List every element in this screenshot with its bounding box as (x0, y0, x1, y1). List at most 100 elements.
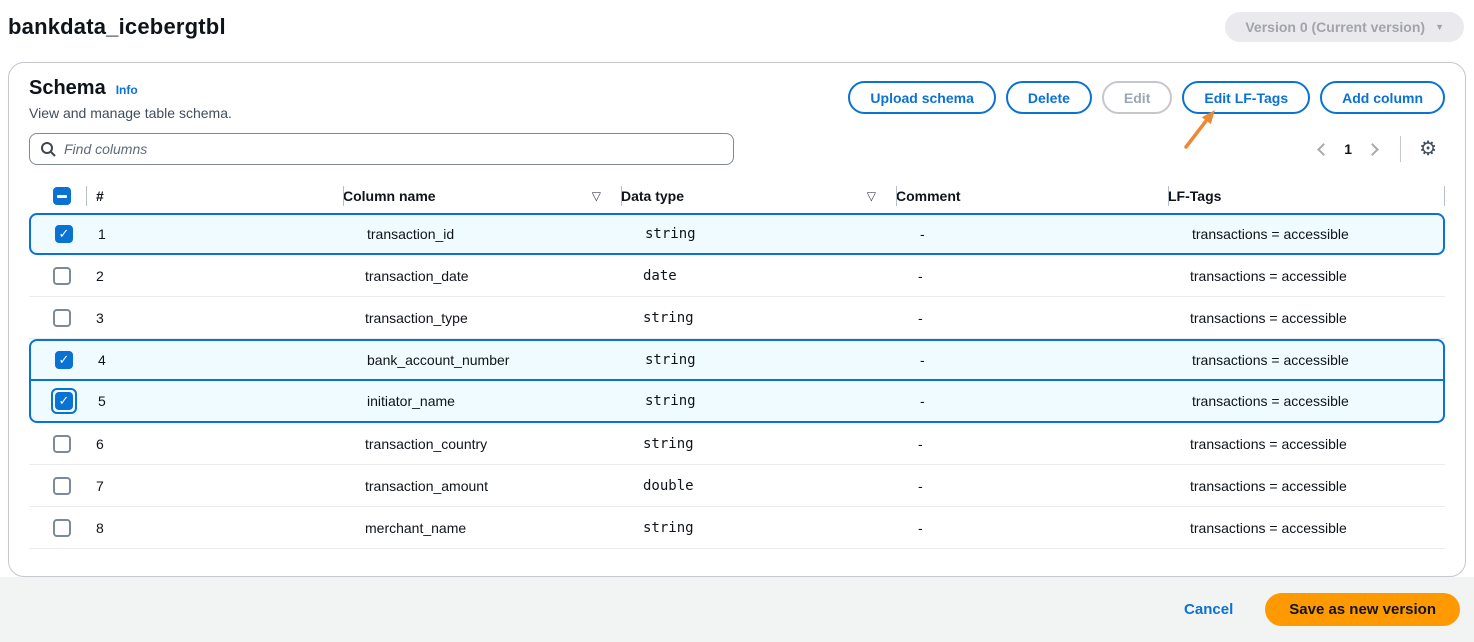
data-type-cell: string (623, 226, 898, 242)
table-row[interactable]: 4 bank_account_number string - transacti… (29, 339, 1445, 381)
chevron-right-icon (1366, 143, 1379, 156)
lf-tags-cell: transactions = accessible (1170, 393, 1443, 409)
checkbox-icon (55, 225, 73, 243)
table-row[interactable]: 3 transaction_type string - transactions… (29, 297, 1445, 339)
save-as-new-version-button[interactable]: Save as new version (1265, 593, 1460, 626)
info-link[interactable]: Info (116, 83, 138, 97)
upload-schema-button[interactable]: Upload schema (848, 81, 995, 114)
row-checkbox[interactable] (49, 515, 75, 541)
table-header-row: # Column name ▽ Data type ▽ Comment LF-T… (29, 179, 1445, 213)
table-row[interactable]: 5 initiator_name string - transactions =… (29, 381, 1445, 423)
header-lf-tags: LF-Tags (1168, 179, 1445, 213)
page-footer: Cancel Save as new version (0, 577, 1474, 642)
table-row[interactable]: 6 transaction_country string - transacti… (29, 423, 1445, 465)
current-page-number[interactable]: 1 (1340, 141, 1356, 157)
header-comment: Comment (896, 179, 1168, 213)
search-box[interactable] (29, 133, 734, 165)
lf-tags-cell: transactions = accessible (1168, 268, 1445, 284)
column-name-cell: initiator_name (345, 393, 623, 409)
lf-tags-cell: transactions = accessible (1168, 310, 1445, 326)
pagination: 1 ⚙ (1310, 136, 1441, 162)
data-type-cell: string (621, 520, 896, 536)
checkbox-icon (55, 392, 73, 410)
comment-cell: - (898, 226, 1170, 242)
table-row[interactable]: 7 transaction_amount double - transactio… (29, 465, 1445, 507)
previous-page-button[interactable] (1310, 137, 1334, 161)
column-name-cell: transaction_type (343, 310, 621, 326)
comment-cell: - (896, 520, 1168, 536)
row-number-cell: 7 (86, 478, 343, 494)
select-all-checkbox[interactable] (49, 183, 75, 209)
row-number-cell: 6 (86, 436, 343, 452)
row-select-cell (31, 347, 88, 373)
column-name-cell: transaction_id (345, 226, 623, 242)
comment-cell: - (896, 436, 1168, 452)
data-type-cell: string (623, 393, 898, 409)
row-checkbox[interactable] (49, 305, 75, 331)
page-title: bankdata_icebergtbl (8, 14, 226, 40)
add-column-button[interactable]: Add column (1320, 81, 1445, 114)
pagination-divider (1400, 136, 1401, 162)
edit-button: Edit (1102, 81, 1172, 114)
action-buttons: Upload schema Delete Edit Edit LF-Tags A… (848, 81, 1445, 114)
column-name-cell: transaction_amount (343, 478, 621, 494)
select-all-cell (29, 179, 86, 213)
checkbox-icon (53, 267, 71, 285)
row-number-cell: 2 (86, 268, 343, 284)
panel-heading: Schema (29, 77, 106, 100)
table-body: 1 transaction_id string - transactions =… (29, 213, 1445, 549)
next-page-button[interactable] (1362, 137, 1386, 161)
row-select-cell (29, 431, 86, 457)
row-number-cell: 5 (88, 393, 345, 409)
row-select-cell (29, 305, 86, 331)
edit-lf-tags-button[interactable]: Edit LF-Tags (1182, 81, 1310, 114)
row-checkbox[interactable] (49, 473, 75, 499)
row-checkbox[interactable] (51, 388, 77, 414)
version-dropdown-button[interactable]: Version 0 (Current version) ▼ (1225, 12, 1464, 42)
row-checkbox[interactable] (49, 263, 75, 289)
search-input[interactable] (64, 141, 723, 157)
delete-button[interactable]: Delete (1006, 81, 1092, 114)
lf-tags-cell: transactions = accessible (1168, 478, 1445, 494)
settings-gear-icon[interactable]: ⚙ (1415, 139, 1441, 159)
row-number-cell: 4 (88, 352, 345, 368)
checkbox-icon (55, 351, 73, 369)
row-number-cell: 1 (88, 226, 345, 242)
table-row[interactable]: 8 merchant_name string - transactions = … (29, 507, 1445, 549)
page-header: bankdata_icebergtbl Version 0 (Current v… (0, 0, 1474, 54)
row-checkbox[interactable] (49, 431, 75, 457)
table-row[interactable]: 2 transaction_date date - transactions =… (29, 255, 1445, 297)
row-checkbox[interactable] (51, 221, 77, 247)
table-toolbar: 1 ⚙ (29, 133, 1445, 165)
lf-tags-cell: transactions = accessible (1168, 436, 1445, 452)
row-select-cell (29, 515, 86, 541)
comment-cell: - (896, 310, 1168, 326)
indeterminate-checkbox-icon (53, 187, 71, 205)
row-select-cell (29, 263, 86, 289)
schema-heading-block: Schema Info View and manage table schema… (29, 77, 232, 121)
header-column-name[interactable]: Column name ▽ (343, 179, 621, 213)
filter-icon[interactable]: ▽ (867, 189, 876, 203)
data-type-cell: date (621, 268, 896, 284)
comment-cell: - (896, 268, 1168, 284)
cancel-button[interactable]: Cancel (1184, 601, 1233, 618)
checkbox-icon (53, 309, 71, 327)
column-name-cell: transaction_country (343, 436, 621, 452)
column-name-cell: bank_account_number (345, 352, 623, 368)
comment-cell: - (898, 352, 1170, 368)
row-select-cell (29, 473, 86, 499)
filter-icon[interactable]: ▽ (592, 189, 601, 203)
header-data-type[interactable]: Data type ▽ (621, 179, 896, 213)
lf-tags-cell: transactions = accessible (1170, 226, 1443, 242)
column-name-cell: merchant_name (343, 520, 621, 536)
row-checkbox[interactable] (51, 347, 77, 373)
comment-cell: - (898, 393, 1170, 409)
table-row[interactable]: 1 transaction_id string - transactions =… (29, 213, 1445, 255)
schema-table: # Column name ▽ Data type ▽ Comment LF-T… (29, 179, 1445, 549)
chevron-down-icon: ▼ (1435, 23, 1444, 32)
comment-cell: - (896, 478, 1168, 494)
row-select-cell (31, 221, 88, 247)
row-number-cell: 3 (86, 310, 343, 326)
lf-tags-cell: transactions = accessible (1168, 520, 1445, 536)
chevron-left-icon (1317, 143, 1330, 156)
